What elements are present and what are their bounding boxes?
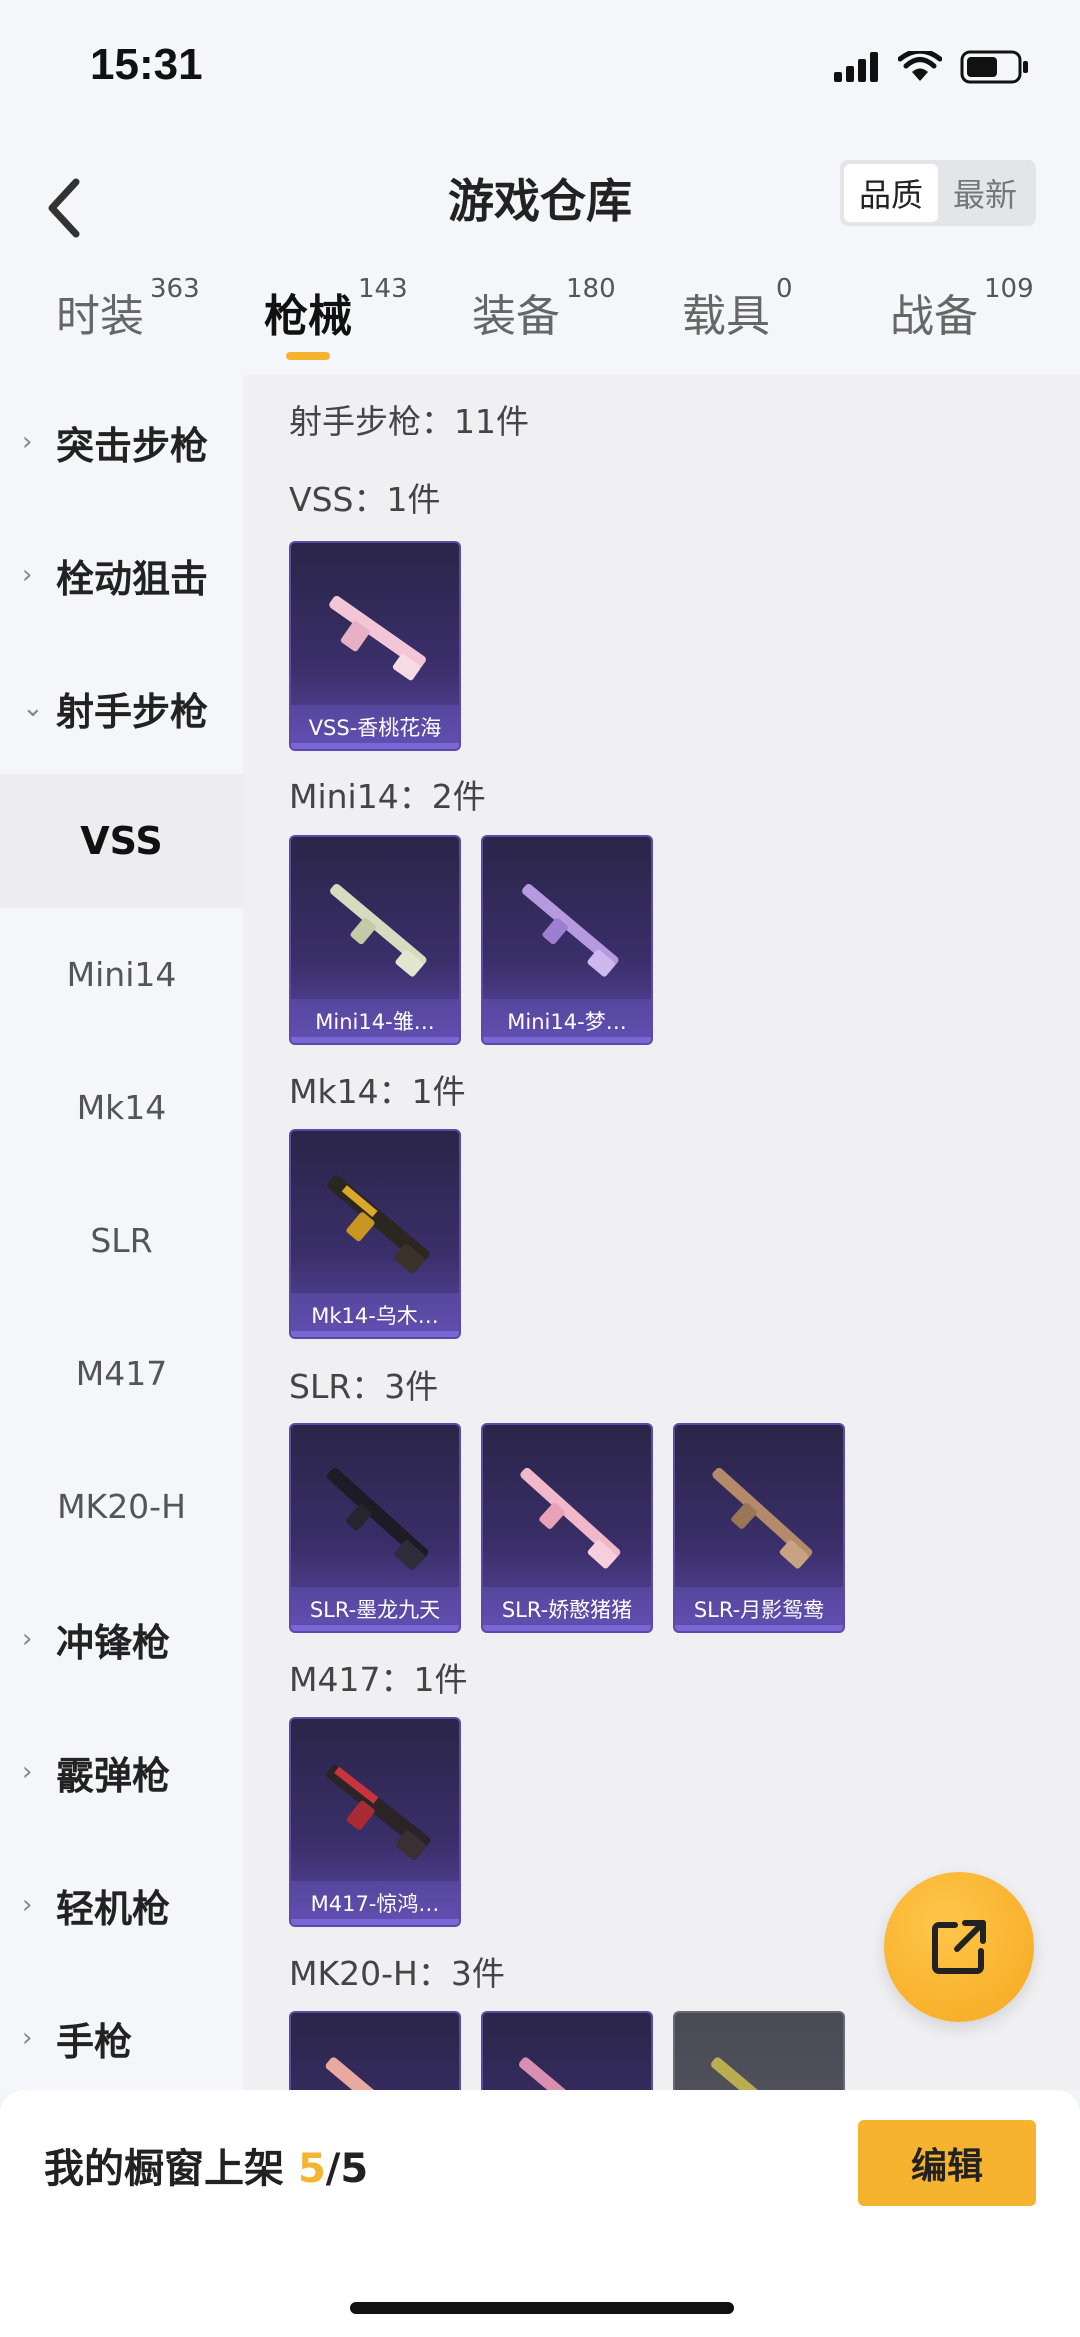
skin-card[interactable]: M417-惊鸿… — [289, 1717, 461, 1927]
section-label-slr: SLR：3件 — [289, 1367, 439, 1406]
sort-quality-button[interactable]: 品质 — [844, 164, 938, 222]
rifle-icon — [711, 2057, 814, 2090]
chevron-right-icon: › — [22, 427, 33, 457]
sidebar-item-lmg[interactable]: › 轻机枪 — [0, 1838, 243, 1972]
wifi-icon — [898, 51, 942, 81]
sidebar-item-label: 手枪 — [56, 2019, 133, 2064]
tab-guns[interactable]: 枪械143 — [264, 274, 408, 344]
sidebar-sub-m417[interactable]: M417 — [0, 1306, 243, 1440]
sidebar-item-smg[interactable]: › 冲锋枪 — [0, 1572, 243, 1706]
tab-label: 载具 — [682, 291, 770, 342]
tab-supplies[interactable]: 战备109 — [890, 274, 1034, 344]
skin-card[interactable] — [481, 2011, 653, 2090]
chevron-right-icon: › — [22, 560, 33, 590]
sidebar-item-label: 栓动狙击 — [56, 556, 209, 601]
chevron-right-icon: › — [22, 2023, 33, 2053]
sidebar-item-label: 射手步枪 — [56, 689, 209, 734]
showcase-status: 我的橱窗上架 5/5 — [44, 2136, 368, 2194]
skin-name: SLR-娇憨猪猪 — [483, 1587, 651, 1631]
skin-name: Mini14-梦… — [483, 999, 651, 1043]
section-label-mk14: Mk14：1件 — [289, 1072, 466, 1111]
edit-button[interactable]: 编辑 — [858, 2120, 1036, 2206]
skin-card[interactable]: Mk14-乌木… — [289, 1129, 461, 1339]
skin-card[interactable]: VSS-香桃花海 — [289, 541, 461, 751]
showcase-current: 5 — [297, 2146, 326, 2192]
sidebar-item-marksman-rifle[interactable]: ⌄ 射手步枪 — [0, 641, 243, 775]
weapon-list: 射手步枪：11件 VSS：1件 VSS-香桃花海 Mini14：2件 Mini1… — [243, 375, 1080, 2090]
tab-count: 109 — [984, 274, 1034, 304]
tab-count: 180 — [566, 274, 616, 304]
skin-name: Mk14-乌木… — [291, 1293, 459, 1337]
showcase-total: /5 — [325, 2146, 369, 2192]
header: 游戏仓库 品质 最新 时装363 枪械143 装备180 载具0 战备109 — [0, 140, 1080, 380]
skin-name: SLR-墨龙九天 — [291, 1587, 459, 1631]
chevron-right-icon: › — [22, 1624, 33, 1654]
sidebar-item-label: 霰弹枪 — [56, 1753, 171, 1798]
tab-label: 枪械 — [264, 291, 352, 342]
sort-toggle: 品质 最新 — [840, 160, 1036, 226]
rifle-icon — [519, 2057, 622, 2090]
home-indicator[interactable] — [350, 2302, 734, 2314]
skin-card[interactable]: Mini14-雏… — [289, 835, 461, 1045]
category-summary: 射手步枪：11件 — [289, 402, 529, 441]
tab-label: 装备 — [472, 291, 560, 342]
sidebar-item-label: 轻机枪 — [56, 1886, 171, 1931]
skin-card[interactable]: SLR-娇憨猪猪 — [481, 1423, 653, 1633]
tab-vehicles[interactable]: 载具0 — [682, 274, 793, 344]
sidebar-sub-vss[interactable]: VSS — [0, 774, 243, 908]
tab-count: 0 — [776, 274, 793, 304]
category-tabs: 时装363 枪械143 装备180 载具0 战备109 — [0, 274, 1080, 370]
sidebar-item-assault-rifle[interactable]: › 突击步枪 — [0, 375, 243, 509]
skin-card[interactable] — [289, 2011, 461, 2090]
skin-name: VSS-香桃花海 — [291, 705, 459, 749]
signal-icon — [834, 52, 878, 82]
tab-label: 时装 — [56, 291, 144, 342]
showcase-label: 我的橱窗上架 — [44, 2146, 284, 2192]
status-bar: 15:31 — [0, 0, 1080, 140]
skin-card[interactable]: Mini14-梦… — [481, 835, 653, 1045]
tab-outfits[interactable]: 时装363 — [56, 274, 200, 344]
tab-label: 战备 — [890, 291, 978, 342]
skin-name: SLR-月影鸳鸯 — [675, 1587, 843, 1631]
sidebar: › 突击步枪 › 栓动狙击 ⌄ 射手步枪 VSS Mini14 Mk14 SLR… — [0, 375, 243, 2090]
section-label-m417: M417：1件 — [289, 1660, 468, 1699]
section-label-mini14: Mini14：2件 — [289, 777, 486, 816]
skin-name: Mini14-雏… — [291, 999, 459, 1043]
battery-icon — [960, 50, 1028, 84]
share-icon — [932, 1920, 986, 1974]
section-label-mk20h: MK20-H：3件 — [289, 1954, 505, 1993]
chevron-right-icon: › — [22, 1757, 33, 1787]
tab-count: 363 — [150, 274, 200, 304]
active-tab-indicator — [286, 352, 330, 360]
skin-card[interactable]: SLR-月影鸳鸯 — [673, 1423, 845, 1633]
sidebar-item-label: 突击步枪 — [56, 423, 209, 468]
skin-card[interactable] — [673, 2011, 845, 2090]
chevron-right-icon: › — [22, 1890, 33, 1920]
sidebar-sub-mk14[interactable]: Mk14 — [0, 1040, 243, 1174]
sidebar-item-shotgun[interactable]: › 霰弹枪 — [0, 1705, 243, 1839]
rifle-icon — [325, 2057, 430, 2090]
skin-name: M417-惊鸿… — [291, 1881, 459, 1925]
status-icons — [834, 50, 1030, 84]
tab-count: 143 — [358, 274, 408, 304]
bottom-bar: 我的橱窗上架 5/5 编辑 — [0, 2090, 1080, 2337]
tab-equipment[interactable]: 装备180 — [472, 274, 616, 344]
status-time: 15:31 — [90, 40, 203, 89]
sidebar-item-pistol[interactable]: › 手枪 — [0, 1971, 243, 2105]
sidebar-sub-mk20h[interactable]: MK20-H — [0, 1439, 243, 1573]
sort-newest-button[interactable]: 最新 — [938, 164, 1032, 222]
sidebar-item-label: 冲锋枪 — [56, 1620, 171, 1665]
share-button[interactable] — [884, 1872, 1034, 2022]
section-label-vss: VSS：1件 — [289, 480, 441, 519]
chevron-down-icon: ⌄ — [22, 693, 44, 723]
sidebar-item-bolt-sniper[interactable]: › 栓动狙击 — [0, 508, 243, 642]
sidebar-sub-mini14[interactable]: Mini14 — [0, 907, 243, 1041]
sidebar-sub-slr[interactable]: SLR — [0, 1173, 243, 1307]
skin-card[interactable]: SLR-墨龙九天 — [289, 1423, 461, 1633]
